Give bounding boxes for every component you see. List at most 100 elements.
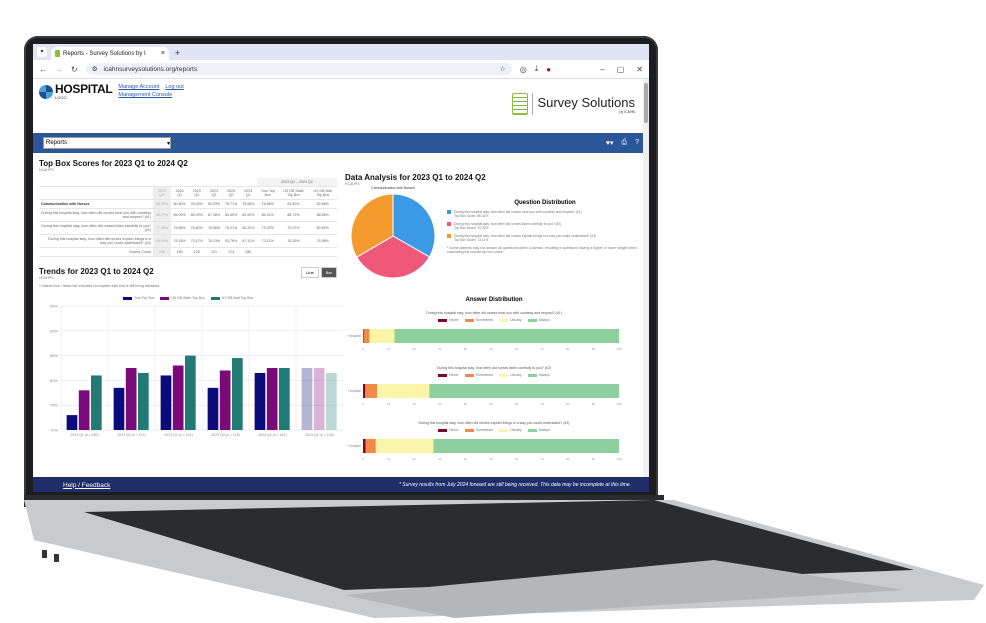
top-box-subtitle: HCAHPS [39, 168, 54, 172]
legend-item[interactable]: Usually [499, 373, 522, 377]
bar[interactable] [254, 372, 266, 430]
bar[interactable] [266, 368, 278, 430]
x-tick-label: 0 [362, 347, 364, 351]
bar[interactable] [326, 372, 337, 430]
stacked-bar-segment[interactable] [433, 439, 619, 453]
bar[interactable] [113, 387, 125, 430]
stacked-bar-segment[interactable] [377, 384, 430, 398]
bar-toggle-button[interactable]: Bar [320, 267, 337, 278]
report-select[interactable]: Reports ▾ [43, 137, 171, 149]
bar[interactable] [91, 375, 102, 430]
stacked-bar-segment[interactable] [369, 329, 395, 343]
table-row[interactable]: During this hospital stay, how often did… [39, 221, 337, 235]
bar[interactable] [232, 358, 243, 430]
logo-text: HOSPITAL [55, 82, 113, 96]
stacked-bar-segment[interactable] [363, 329, 370, 343]
site-info-icon[interactable]: ⚙ [92, 65, 98, 73]
back-icon[interactable]: ← [39, 65, 47, 74]
forward-icon[interactable]: → [55, 65, 63, 74]
x-tick-label: 70 [541, 402, 545, 406]
minimize-icon[interactable]: – [600, 65, 604, 74]
browser-tab[interactable]: Reports - Survey Solutions by I × [51, 47, 169, 60]
stacked-bar-segment[interactable] [394, 329, 619, 343]
table-row[interactable]: During this hospital stay, how often did… [39, 234, 337, 248]
table-row[interactable]: Survey Count 135 150 125 101 174 180 [39, 247, 337, 257]
page-scrollbar[interactable] [643, 79, 649, 492]
help-feedback-link[interactable]: Help / Feedback [63, 482, 110, 489]
maximize-icon[interactable]: ▢ [617, 65, 625, 74]
url-field[interactable]: ⚙ icahnsurveysolutions.org/reports ☆ [85, 63, 512, 75]
table-row[interactable]: During this hospital stay, how often did… [39, 208, 337, 222]
scrollbar-thumb[interactable] [644, 83, 648, 123]
bar[interactable] [219, 370, 231, 430]
table-row[interactable]: Communication with Nurses 83.00% 80.60% 78.… [39, 199, 337, 209]
stacked-bar-segment[interactable] [363, 329, 364, 343]
bar[interactable] [313, 368, 325, 430]
column-header: 2023 Q4 [188, 186, 206, 200]
bar[interactable] [160, 375, 172, 430]
close-tab-icon[interactable]: × [161, 50, 165, 57]
legend-item[interactable]: Sometimes [464, 373, 494, 377]
new-tab-icon[interactable]: + [175, 48, 180, 58]
download-icon[interactable]: ⤓ [535, 64, 539, 74]
tab-search-icon[interactable]: ▾ [37, 47, 47, 57]
bar[interactable] [301, 368, 313, 430]
stacked-bar-segment[interactable] [375, 439, 434, 453]
bar[interactable] [207, 387, 219, 430]
y-tick-label: 95% [50, 304, 58, 309]
management-console-link[interactable]: Management Console [118, 92, 172, 98]
column-header: 2024 Q1 [171, 186, 189, 200]
legend-label: Sometimes [475, 373, 494, 377]
logo-mark-icon [39, 84, 53, 99]
legend-item[interactable]: Sometimes [464, 318, 494, 322]
legend-item[interactable]: Always [527, 373, 550, 377]
legend-swatch [464, 373, 474, 377]
close-window-icon[interactable]: ✕ [636, 65, 643, 74]
table-cell: 78.18% [171, 234, 189, 248]
x-tick-label: 90 [592, 347, 596, 351]
legend-item[interactable]: Sometimes [464, 428, 493, 432]
legend-item[interactable]: Always [527, 318, 550, 322]
stacked-bar-segment[interactable] [429, 384, 619, 398]
column-header: 2024 Q2* [153, 186, 172, 200]
table-cell: 150 [171, 247, 189, 257]
table-cell: 101 [205, 247, 223, 257]
row-label: Communication with Nurses [39, 199, 153, 209]
x-tick-label: 40 [464, 457, 468, 461]
stacked-bar-segment[interactable] [363, 439, 366, 453]
favicon-icon [55, 50, 60, 57]
hospital-logo[interactable]: HOSPITAL LOGO [39, 82, 113, 100]
legend-item[interactable]: Never [438, 318, 459, 322]
bookmark-star-icon[interactable]: ☆ [500, 65, 506, 73]
bar[interactable] [66, 415, 78, 430]
legend-label: Sometimes [475, 318, 494, 322]
ad-chart-title: During this hospital stay, how often did… [437, 366, 551, 370]
legend-item[interactable]: Usually [499, 318, 522, 322]
reload-icon[interactable]: ↻ [71, 65, 78, 74]
manage-account-link[interactable]: Manage Account [118, 84, 159, 90]
legend-item[interactable]: Always [527, 428, 550, 432]
extension-icon[interactable]: ◎ [520, 65, 527, 74]
legend-item[interactable]: Usually [499, 428, 522, 432]
heart-icon[interactable]: ♥▾ [606, 139, 614, 147]
stacked-bar-segment[interactable] [365, 439, 376, 453]
line-toggle-button[interactable]: Line [301, 267, 319, 278]
bar[interactable] [185, 355, 196, 430]
brand-by: by ICAHN [619, 109, 635, 114]
bar[interactable] [125, 368, 137, 430]
logout-link[interactable]: Log out [165, 84, 183, 90]
qd-swatch [447, 234, 451, 238]
legend-item[interactable]: Never [438, 428, 459, 432]
legend-item[interactable]: Never [438, 373, 459, 377]
bar[interactable] [78, 390, 90, 430]
stacked-bar-segment[interactable] [365, 384, 378, 398]
help-icon[interactable]: ? [635, 139, 639, 147]
bar[interactable] [279, 368, 290, 430]
profile-avatar[interactable]: ● [546, 65, 551, 74]
print-icon[interactable]: ⎙ [621, 139, 627, 147]
y-category-label: Hospital [348, 389, 361, 393]
bar[interactable] [172, 365, 184, 430]
legend-swatch [527, 428, 537, 432]
stacked-bar-segment[interactable] [363, 384, 366, 398]
bar[interactable] [138, 372, 149, 430]
